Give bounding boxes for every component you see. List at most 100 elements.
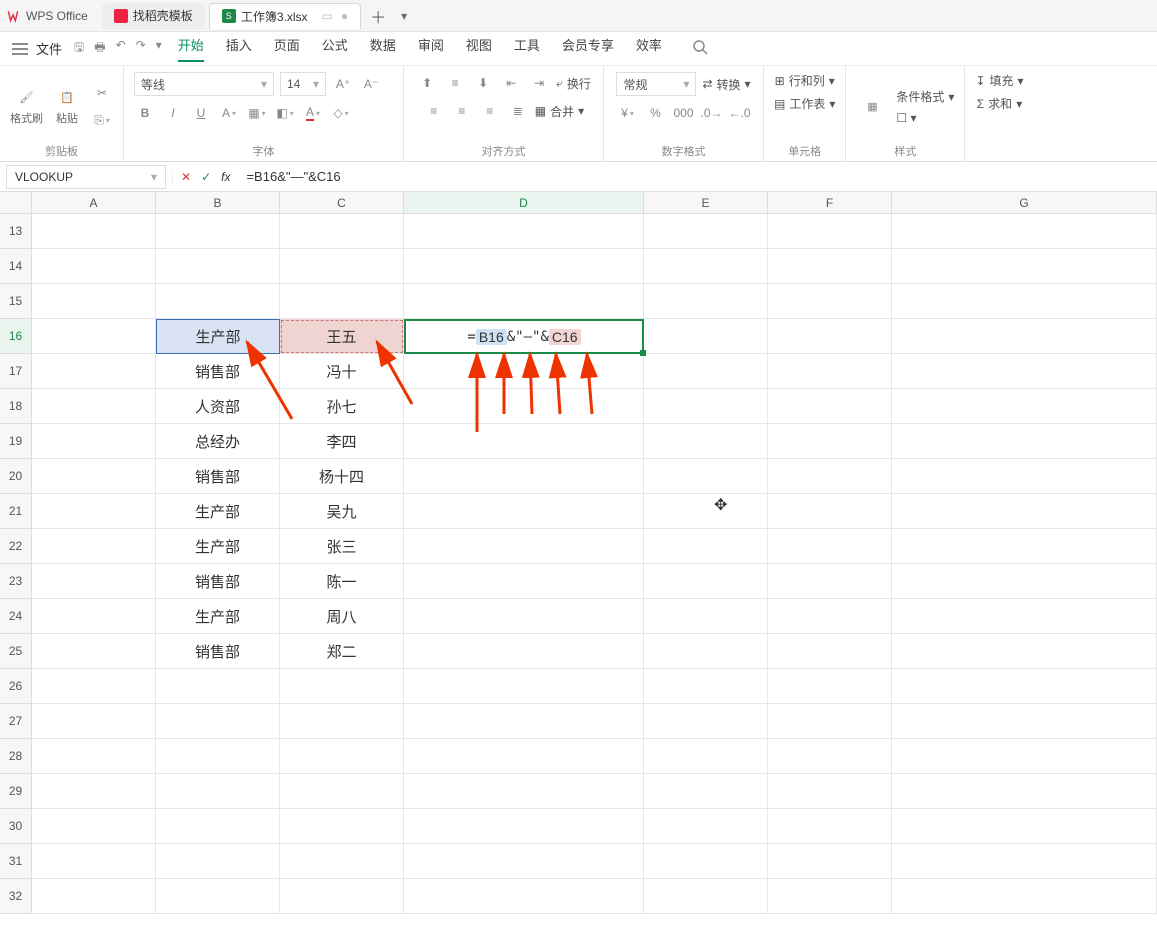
row-header-25[interactable]: 25 [0, 634, 32, 669]
cell-F14[interactable] [768, 249, 892, 284]
row-header-16[interactable]: 16 [0, 319, 32, 354]
cell-E13[interactable] [644, 214, 768, 249]
cell-C25[interactable]: 郑二 [280, 634, 404, 669]
cell-F23[interactable] [768, 564, 892, 599]
clear-format-icon[interactable]: ◇ [330, 102, 352, 124]
col-header-A[interactable]: A [32, 192, 156, 213]
cell-F27[interactable] [768, 704, 892, 739]
col-header-E[interactable]: E [644, 192, 768, 213]
cell-F13[interactable] [768, 214, 892, 249]
italic-icon[interactable]: I [162, 102, 184, 124]
cell-A28[interactable] [32, 739, 156, 774]
table-style-icon[interactable]: ▦ [856, 97, 888, 117]
cell-D30[interactable] [404, 809, 644, 844]
worksheet-button[interactable]: ▤ 工作表 ▾ [774, 95, 835, 112]
menu-页面[interactable]: 页面 [274, 35, 300, 62]
menu-审阅[interactable]: 审阅 [418, 35, 444, 62]
cell-G27[interactable] [892, 704, 1157, 739]
cell-D32[interactable] [404, 879, 644, 914]
cell-E23[interactable] [644, 564, 768, 599]
tab-template[interactable]: 找稻壳模板 [102, 3, 205, 29]
cell-D16[interactable]: = B16 &"—"& C16 [404, 319, 644, 354]
cell-E32[interactable] [644, 879, 768, 914]
row-header-20[interactable]: 20 [0, 459, 32, 494]
cell-E22[interactable] [644, 529, 768, 564]
cell-B31[interactable] [156, 844, 280, 879]
cell-F16[interactable] [768, 319, 892, 354]
cell-G14[interactable] [892, 249, 1157, 284]
menu-工具[interactable]: 工具 [514, 35, 540, 62]
decrease-font-icon[interactable]: A⁻ [360, 73, 382, 95]
indent-dec-icon[interactable]: ⇤ [500, 72, 522, 94]
cancel-formula-icon[interactable]: ✕ [181, 170, 191, 184]
cell-E27[interactable] [644, 704, 768, 739]
save-icon[interactable]: 🖫 [74, 38, 84, 59]
cell-A29[interactable] [32, 774, 156, 809]
cell-A25[interactable] [32, 634, 156, 669]
cell-A19[interactable] [32, 424, 156, 459]
row-header-18[interactable]: 18 [0, 389, 32, 424]
cell-G13[interactable] [892, 214, 1157, 249]
cell-B21[interactable]: 生产部 [156, 494, 280, 529]
cell-C17[interactable]: 冯十 [280, 354, 404, 389]
cell-C24[interactable]: 周八 [280, 599, 404, 634]
cell-D23[interactable] [404, 564, 644, 599]
cell-C16[interactable]: 王五 [280, 319, 404, 354]
cell-B25[interactable]: 销售部 [156, 634, 280, 669]
cell-F19[interactable] [768, 424, 892, 459]
cell-A27[interactable] [32, 704, 156, 739]
cell-E20[interactable] [644, 459, 768, 494]
cell-B18[interactable]: 人资部 [156, 389, 280, 424]
cell-C29[interactable] [280, 774, 404, 809]
row-header-31[interactable]: 31 [0, 844, 32, 879]
name-box[interactable]: VLOOKUP▾ [6, 165, 166, 189]
row-header-21[interactable]: 21 [0, 494, 32, 529]
row-header-23[interactable]: 23 [0, 564, 32, 599]
align-middle-icon[interactable]: ≡ [444, 72, 466, 94]
menu-数据[interactable]: 数据 [370, 35, 396, 62]
menu-file[interactable]: 文件 [36, 39, 62, 58]
select-all-corner[interactable] [0, 192, 32, 213]
font-size-combo[interactable]: 14▾ [280, 72, 326, 96]
cell-G16[interactable] [892, 319, 1157, 354]
cell-G18[interactable] [892, 389, 1157, 424]
formula-input[interactable]: =B16&"—"&C16 [238, 169, 1157, 184]
cell-G22[interactable] [892, 529, 1157, 564]
cell-G23[interactable] [892, 564, 1157, 599]
cell-F29[interactable] [768, 774, 892, 809]
cell-F15[interactable] [768, 284, 892, 319]
cell-B32[interactable] [156, 879, 280, 914]
cell-G32[interactable] [892, 879, 1157, 914]
cell-D28[interactable] [404, 739, 644, 774]
fill-button[interactable]: ↧ 填充 ▾ [975, 72, 1023, 89]
cell-D15[interactable] [404, 284, 644, 319]
cell-B23[interactable]: 销售部 [156, 564, 280, 599]
cell-D27[interactable] [404, 704, 644, 739]
tab-dot-icon[interactable]: ● [341, 9, 348, 23]
cell-F31[interactable] [768, 844, 892, 879]
cell-B22[interactable]: 生产部 [156, 529, 280, 564]
menu-效率[interactable]: 效率 [636, 35, 662, 62]
cell-D29[interactable] [404, 774, 644, 809]
cell-E29[interactable] [644, 774, 768, 809]
cell-E16[interactable] [644, 319, 768, 354]
col-header-D[interactable]: D [404, 192, 644, 213]
cell-E19[interactable] [644, 424, 768, 459]
col-header-B[interactable]: B [156, 192, 280, 213]
cell-F20[interactable] [768, 459, 892, 494]
row-header-28[interactable]: 28 [0, 739, 32, 774]
cell-F25[interactable] [768, 634, 892, 669]
tab-workbook[interactable]: S 工作簿3.xlsx ▭ ● [209, 3, 361, 29]
cell-G24[interactable] [892, 599, 1157, 634]
tab-menu-button[interactable]: ▾ [391, 9, 417, 23]
row-header-22[interactable]: 22 [0, 529, 32, 564]
convert-button[interactable]: ⇄ 转换 ▾ [702, 76, 750, 93]
fill-color-icon[interactable]: ◧ [274, 102, 296, 124]
wrap-button[interactable]: ⤶ 换行 [556, 75, 591, 92]
cell-D17[interactable] [404, 354, 644, 389]
cell-C20[interactable]: 杨十四 [280, 459, 404, 494]
row-header-19[interactable]: 19 [0, 424, 32, 459]
cell-G15[interactable] [892, 284, 1157, 319]
cell-A13[interactable] [32, 214, 156, 249]
cell-G21[interactable] [892, 494, 1157, 529]
